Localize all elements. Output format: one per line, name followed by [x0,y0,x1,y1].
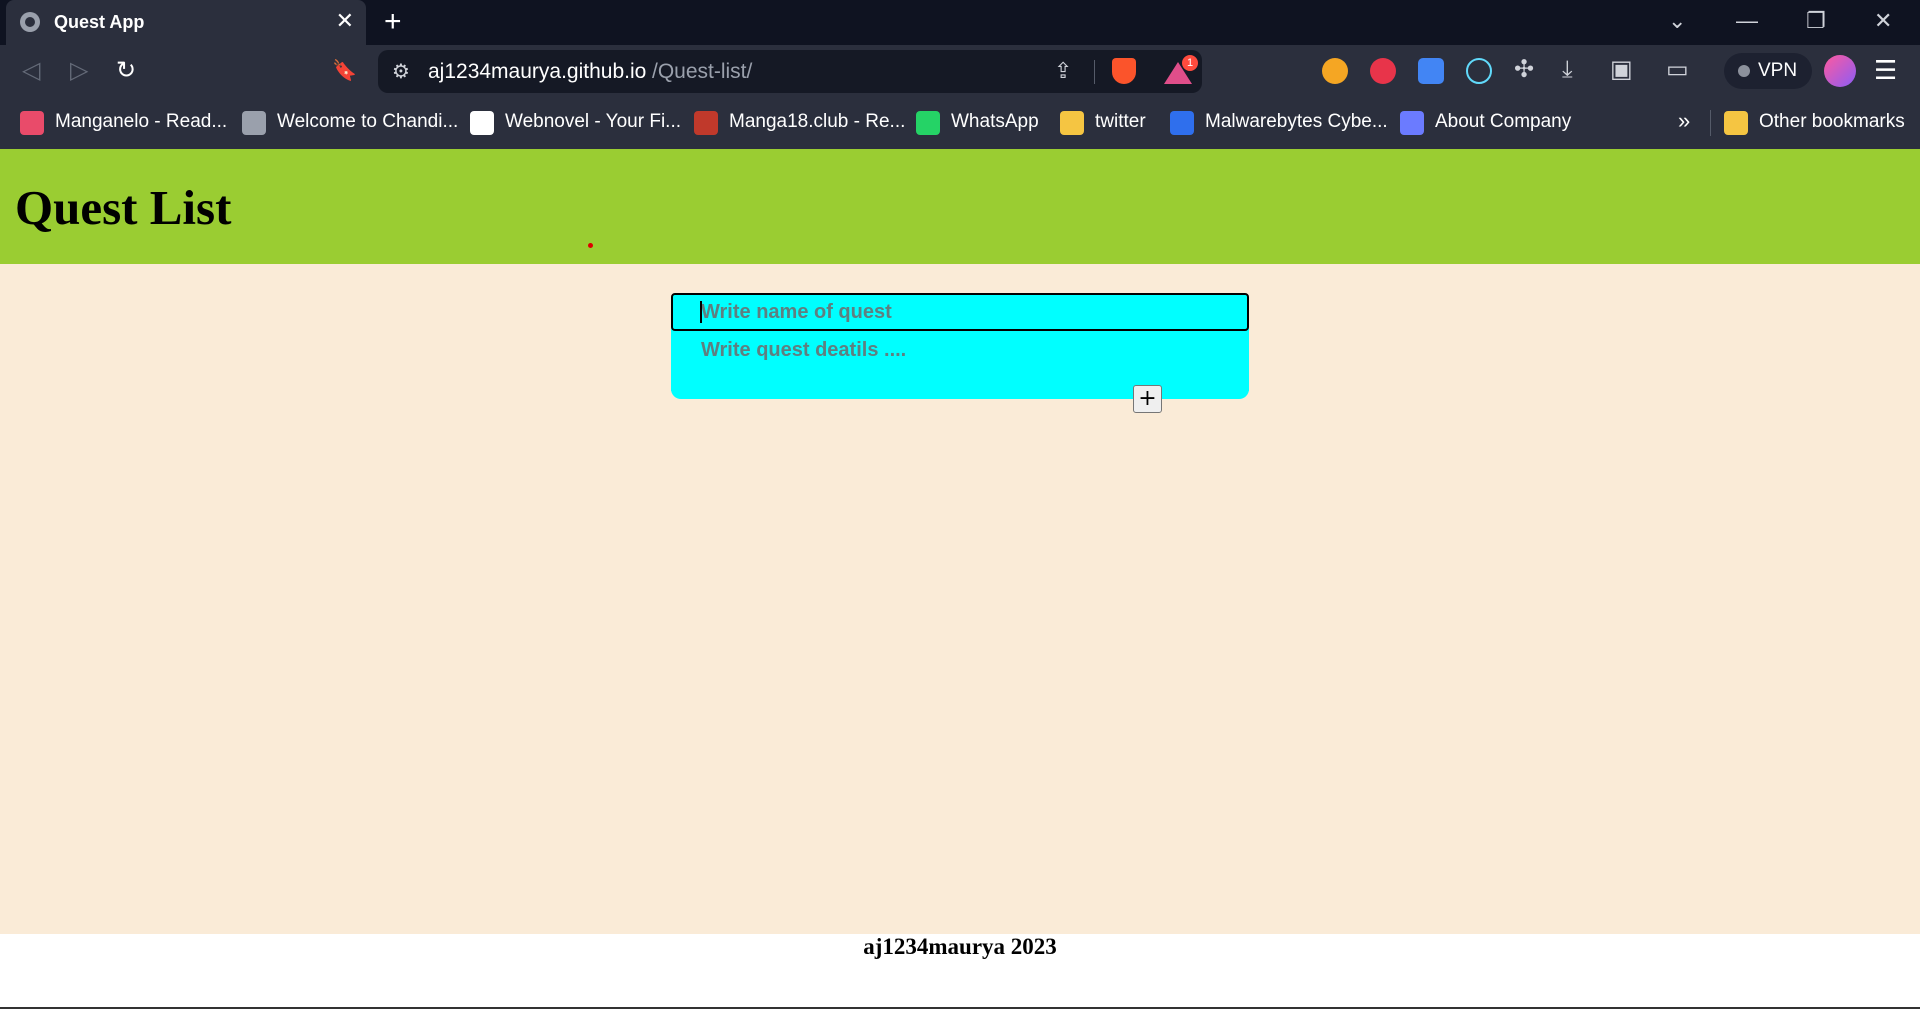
manga18-icon [694,111,718,135]
tab-search-chevron-icon[interactable]: ⌄ [1668,6,1686,36]
footer-text: aj1234maurya 2023 [863,934,1057,959]
close-tab-icon[interactable]: ✕ [336,9,354,33]
webnovel-icon [470,111,494,135]
quest-form [671,293,1249,399]
quest-name-input[interactable] [671,293,1249,331]
add-quest-button[interactable]: + [1133,385,1162,413]
whatsapp-icon [916,111,940,135]
footer: aj1234maurya 2023 [0,934,1920,1009]
bookmark-label: About Company [1435,111,1572,132]
url-path: /Quest-list/ [652,60,753,83]
brave-shields-icon[interactable] [1112,58,1136,84]
minimize-button[interactable]: — [1736,6,1758,36]
download-icon[interactable]: ⤓ [1562,55,1573,85]
company-icon [1400,111,1424,135]
medal-extension-icon[interactable] [1322,58,1348,84]
bookmark-label: WhatsApp [951,111,1039,132]
manganelo-icon [20,111,44,135]
back-button[interactable]: ◁ [22,57,40,85]
rewards-badge: 1 [1182,55,1198,71]
app-header: Quest List [0,149,1920,264]
share-icon[interactable]: ⇪ [1054,58,1072,84]
page-title: Quest List [15,180,232,235]
cursor-dot [588,243,593,248]
bookmark-label: Welcome to Chandi... [277,111,459,132]
extensions-puzzle-icon[interactable]: ✣ [1514,55,1534,85]
globe-icon [242,111,266,135]
react-devtools-icon[interactable] [1466,58,1492,84]
tab-title: Quest App [54,12,145,32]
globe-icon [20,12,40,32]
vpn-button[interactable]: VPN [1724,53,1812,89]
bookmarks-bar: » Other bookmarks Manganelo - Read... Wel… [0,98,1920,149]
vpn-label: VPN [1758,60,1798,81]
bookmark-label: Manganelo - Read... [55,111,228,132]
text-caret [700,301,702,323]
url-host: aj1234maurya.github.io [428,60,647,83]
more-bookmarks-button[interactable]: » [1678,108,1690,134]
bookmark-label: Other bookmarks [1759,111,1905,132]
folder-icon [1724,111,1748,135]
tab-quest-app[interactable]: Quest App ✕ [6,0,366,45]
new-tab-button[interactable]: + [384,6,402,38]
page-content: Quest List + aj1234maurya 2023 [0,149,1920,1009]
tab-strip: Quest App ✕ + ⌄ — ❐ ✕ [0,0,1920,45]
divider [1094,60,1095,84]
divider [1710,110,1711,136]
wallet-icon[interactable]: ▭ [1666,55,1689,85]
malwarebytes-icon [1170,111,1194,135]
site-settings-icon[interactable]: ⚙ [392,59,410,84]
bookmark-icon[interactable]: 🔖 [332,57,357,85]
browser-toolbar: ◁ ▷ ↻ 🔖 ⚙ aj1234maurya.github.io /Quest-… [0,45,1920,98]
extension-red-icon[interactable] [1370,58,1396,84]
bookmark-label: Manga18.club - Re... [729,111,906,132]
sidebar-icon[interactable]: ▣ [1610,55,1633,85]
address-bar[interactable]: ⚙ aj1234maurya.github.io /Quest-list/ ⇪ … [378,50,1202,93]
forward-button[interactable]: ▷ [70,57,88,85]
reload-button[interactable]: ↻ [116,57,136,85]
google-translate-icon[interactable] [1418,58,1444,84]
vpn-status-icon [1738,65,1750,77]
bookmark-label: Malwarebytes Cybe... [1205,111,1388,132]
profile-avatar[interactable] [1824,55,1856,87]
folder-icon [1060,111,1084,135]
menu-icon[interactable]: ☰ [1874,55,1897,85]
close-window-button[interactable]: ✕ [1874,6,1892,36]
bookmark-label: twitter [1095,111,1146,132]
restore-button[interactable]: ❐ [1806,6,1826,36]
quest-details-input[interactable] [671,331,1249,391]
bookmark-label: Webnovel - Your Fi... [505,111,682,132]
